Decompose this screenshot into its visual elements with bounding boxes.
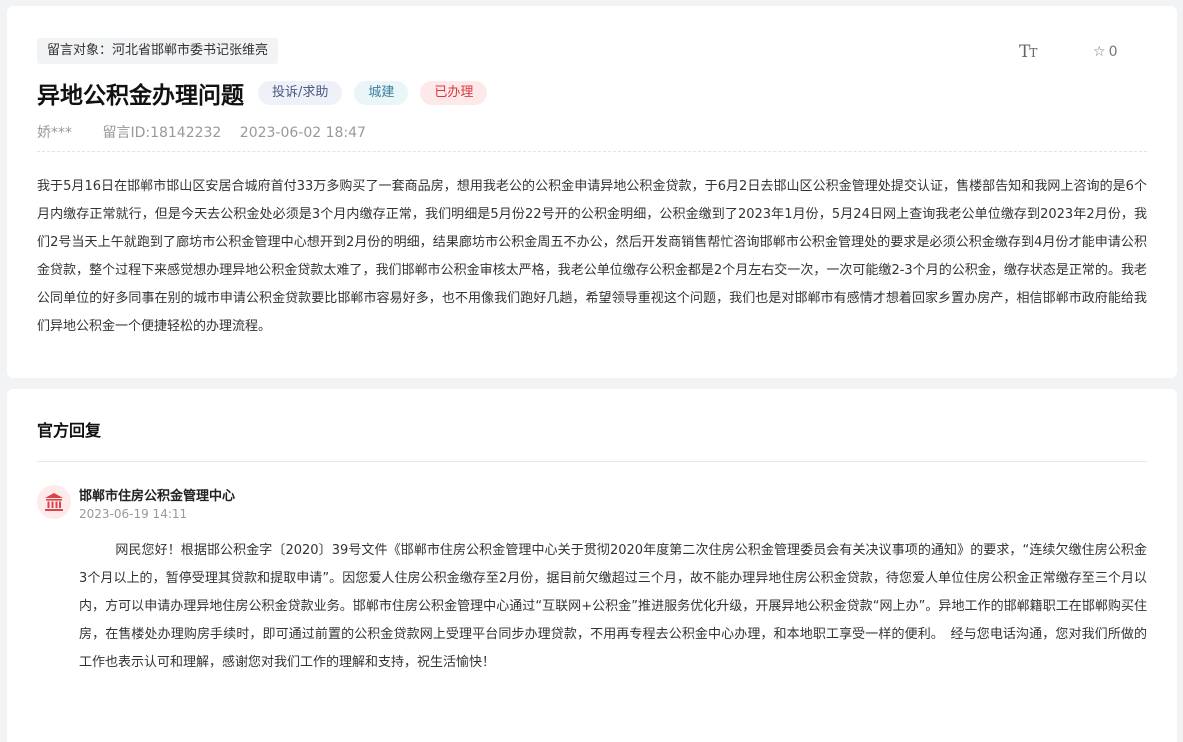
message-datetime: 2023-06-02 18:47 <box>239 125 366 141</box>
reply-org-name: 邯郸市住房公积金管理中心 <box>79 489 236 504</box>
divider <box>37 461 1147 462</box>
page-title: 异地公积金办理问题 <box>37 83 244 109</box>
message-target-tag: 留言对象：河北省邯郸市委书记张维亮 <box>37 38 279 64</box>
message-id: 留言ID:18142232 <box>102 125 222 141</box>
font-size-icon[interactable]: TT <box>1019 42 1037 62</box>
title-row: 异地公积金办理问题 投诉/求助 城建 已办理 <box>37 76 499 110</box>
reply-content: 网民您好！根据邯公积金字〔2020〕39号文件《邯郸市住房公积金管理中心关于贯彻… <box>79 543 1147 670</box>
message-meta: 娇*** 留言ID:18142232 2023-06-02 18:47 <box>37 122 366 142</box>
type-badge: 投诉/求助 <box>258 81 343 105</box>
reply-card: 官方回复 邯郸市住房公积金管理中心 2023-06-19 14:11 网民您好！… <box>7 389 1177 742</box>
message-content: 我于5月16日在邯郸市邯山区安居合城府首付33万多购买了一套商品房，想用我老公的… <box>37 179 1147 334</box>
category-badge: 城建 <box>354 81 409 105</box>
favorite-count: 0 <box>1108 44 1118 60</box>
author-name: 娇*** <box>37 125 72 141</box>
reply-date: 2023-06-19 14:11 <box>79 507 188 521</box>
divider <box>37 151 1147 152</box>
avatar <box>37 485 71 519</box>
reply-heading: 官方回复 <box>37 421 102 440</box>
favorite-button[interactable]: ☆ 0 <box>1093 44 1117 60</box>
message-card: 留言对象：河北省邯郸市委书记张维亮 TT ☆ 0 异地公积金办理问题 投诉/求助 … <box>7 6 1177 378</box>
star-icon: ☆ <box>1093 44 1106 60</box>
bank-building-icon <box>45 493 63 511</box>
status-badge: 已办理 <box>420 81 488 105</box>
